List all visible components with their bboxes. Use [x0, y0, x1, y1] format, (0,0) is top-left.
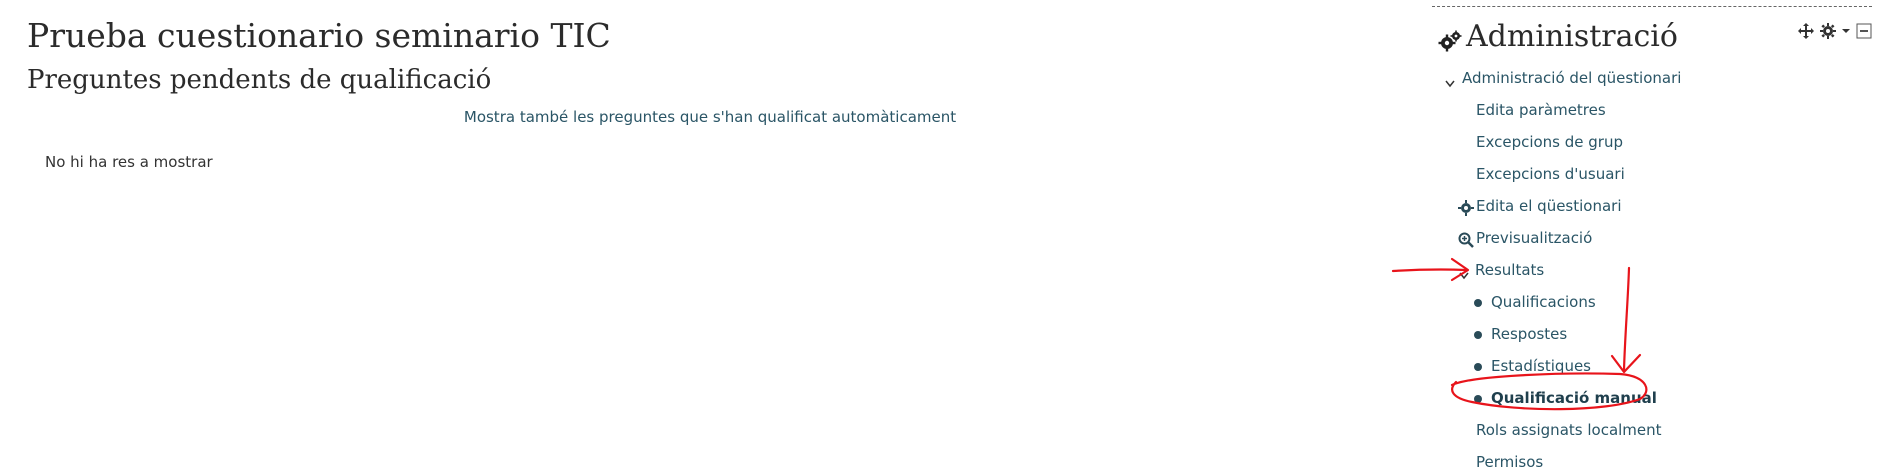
- bullet-icon: [1474, 299, 1482, 307]
- nav-group-overrides[interactable]: Excepcions de grup: [1476, 133, 1623, 151]
- gears-icon: [1438, 29, 1462, 53]
- gear-icon: [1458, 200, 1474, 216]
- nav-responses[interactable]: Respostes: [1491, 325, 1567, 343]
- nav-grades[interactable]: Qualificacions: [1491, 293, 1596, 311]
- main-content: Prueba cuestionario seminario TIC Pregun…: [0, 0, 1420, 472]
- nav-user-overrides[interactable]: Excepcions d'usuari: [1476, 165, 1625, 183]
- nav-manual-grading[interactable]: Qualificació manual: [1491, 389, 1657, 407]
- nav-locally-assigned-roles[interactable]: Rols assignats localment: [1476, 421, 1662, 439]
- nav-preview[interactable]: Previsualització: [1476, 229, 1592, 247]
- nav-quiz-administration[interactable]: Administració del qüestionari: [1462, 69, 1681, 87]
- nav-edit-quiz[interactable]: Edita el qüestionari: [1476, 197, 1622, 215]
- block-title: Administració: [1466, 19, 1678, 54]
- show-auto-graded-link[interactable]: Mostra també les preguntes que s'han qua…: [0, 108, 1420, 126]
- empty-message: No hi ha res a mostrar: [45, 153, 213, 171]
- chevron-down-icon[interactable]: [1444, 74, 1456, 88]
- collapse-icon[interactable]: [1856, 23, 1872, 39]
- move-icon[interactable]: [1798, 23, 1814, 39]
- block-header: Administració: [1432, 15, 1872, 57]
- chevron-down-icon[interactable]: [1458, 266, 1470, 280]
- bullet-icon: [1474, 331, 1482, 339]
- nav-results[interactable]: Resultats: [1475, 261, 1544, 279]
- page-subtitle: Preguntes pendents de qualificació: [27, 65, 492, 95]
- zoom-icon: [1458, 232, 1474, 248]
- administration-block: Administració Administració del qüestion…: [1432, 6, 1872, 473]
- bullet-icon: [1474, 363, 1482, 371]
- caret-down-icon[interactable]: [1842, 23, 1850, 39]
- bullet-icon: [1474, 395, 1482, 403]
- block-controls: [1798, 21, 1872, 41]
- page-title: Prueba cuestionario seminario TIC: [27, 16, 611, 55]
- nav-statistics[interactable]: Estadístiques: [1491, 357, 1591, 375]
- nav-edit-settings[interactable]: Edita paràmetres: [1476, 101, 1606, 119]
- gear-icon[interactable]: [1820, 23, 1836, 39]
- nav-permissions[interactable]: Permisos: [1476, 453, 1543, 471]
